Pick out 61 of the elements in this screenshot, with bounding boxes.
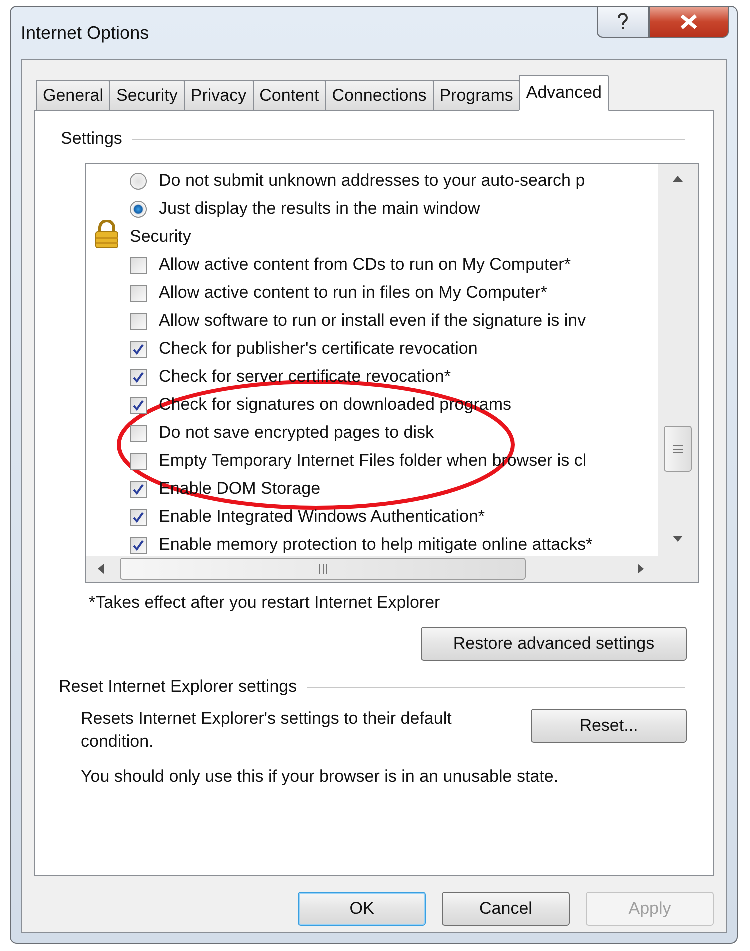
checkbox[interactable] [130, 396, 147, 414]
dialog-button[interactable]: Cancel [442, 892, 570, 926]
horizontal-scrollbar[interactable] [86, 556, 658, 582]
option-label: Check for publisher's certificate revocation [159, 339, 478, 359]
radio-button[interactable] [130, 200, 147, 218]
description-text: Resets Internet Explorer's settings to their default condition. [81, 708, 453, 753]
checkmark-icon [132, 482, 145, 496]
checkbox[interactable] [130, 340, 147, 358]
checkmark-icon [132, 510, 145, 524]
close-icon [679, 14, 699, 30]
checkbox[interactable] [130, 452, 147, 470]
scroll-right-icon [638, 564, 644, 574]
padlock-icon [94, 220, 120, 250]
group-label: Settings [61, 129, 122, 149]
grip-icon [318, 564, 328, 574]
tab[interactable]: Advanced [519, 75, 610, 111]
vertical-scrollbar[interactable] [658, 164, 698, 556]
option-label: Enable memory protection to help mitigate online attacks* [159, 535, 593, 555]
group-label: Reset Internet Explorer settings [59, 677, 298, 697]
scroll-left-icon [98, 564, 104, 574]
category-label: Security [130, 227, 192, 247]
option-label: Allow software to run or install even if the signature is inv [159, 311, 586, 331]
option-label: Allow active content to run in files on My Computer* [159, 283, 548, 303]
help-button[interactable] [597, 6, 649, 38]
dialog-button[interactable]: OK [298, 892, 426, 926]
checkmark-icon [132, 398, 145, 412]
tab[interactable]: Security [109, 80, 185, 111]
checkmark-icon [132, 370, 145, 384]
option-label: Allow active content from CDs to run on My Computer* [159, 255, 571, 275]
grip-icon [673, 444, 683, 454]
option-label: Just display the results in the main window [159, 199, 480, 219]
close-button[interactable] [649, 6, 729, 38]
checkbox[interactable] [130, 480, 147, 498]
tab[interactable]: Content [252, 80, 326, 111]
option-label: Do not submit unknown addresses to your auto-search p [159, 171, 586, 191]
checkbox[interactable] [130, 368, 147, 386]
note-text: *Takes effect after you restart Internet Explorer [89, 593, 442, 613]
checkbox[interactable] [130, 312, 147, 330]
checkbox[interactable] [130, 536, 147, 554]
radio-button[interactable] [130, 172, 147, 190]
option-label: Enable Integrated Windows Authentication* [159, 507, 486, 527]
tab[interactable]: Connections [325, 80, 434, 111]
question-mark-icon [617, 13, 629, 31]
checkbox[interactable] [130, 256, 147, 274]
scroll-down-icon [673, 536, 683, 542]
warning-text: You should only use this if your browser is in an unusable state. [81, 767, 560, 787]
checkmark-icon [132, 538, 145, 552]
scroll-thumb[interactable] [664, 426, 692, 472]
scroll-thumb[interactable] [120, 558, 526, 580]
tab[interactable]: Programs [432, 80, 520, 111]
checkbox[interactable] [130, 424, 147, 442]
tab[interactable]: Privacy [184, 80, 254, 111]
checkmark-icon [132, 342, 145, 356]
option-label: Do not save encrypted pages to disk [159, 423, 434, 443]
window-title: Internet Options [21, 23, 150, 44]
scroll-up-icon [673, 176, 683, 182]
tab[interactable]: General [36, 80, 110, 111]
restore-button[interactable]: Restore advanced settings [421, 627, 687, 661]
checkbox[interactable] [130, 508, 147, 526]
checkbox[interactable] [130, 284, 147, 302]
reset-button[interactable]: Reset... [531, 709, 687, 743]
